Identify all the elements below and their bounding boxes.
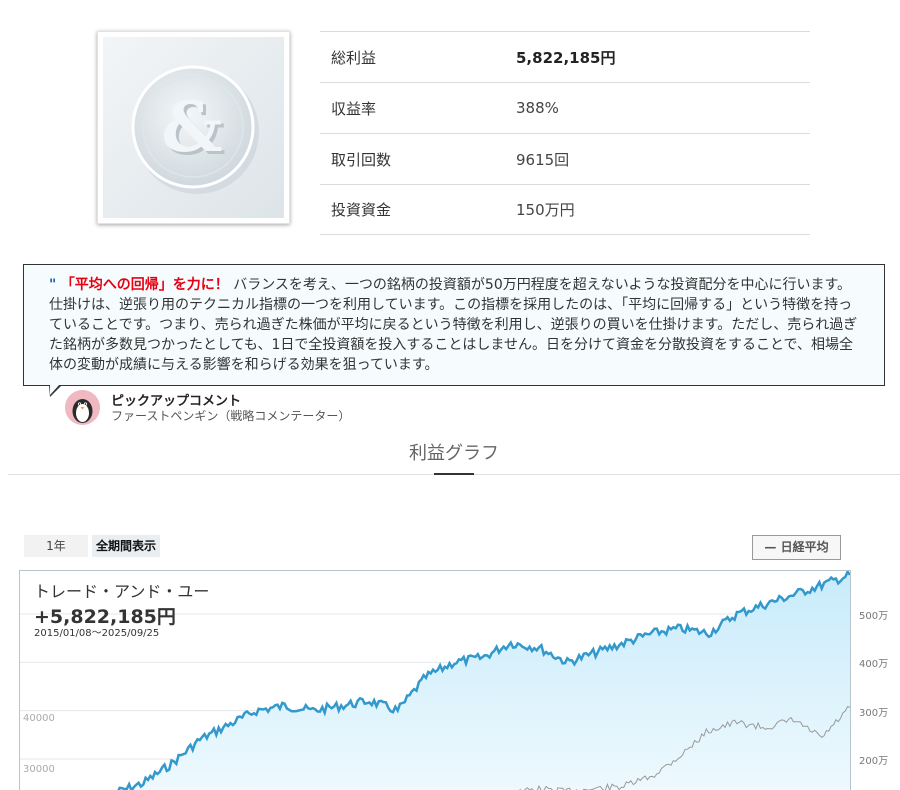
stat-label: 収益率: [331, 99, 377, 118]
nikkei-legend-toggle[interactable]: — 日経平均: [752, 535, 841, 560]
stat-row-trade-count: 取引回数 9615回: [320, 133, 810, 184]
right-axis-tick-label: 500万: [859, 611, 889, 622]
stat-value: 388%: [516, 99, 559, 117]
left-axis-tick-label: 30000: [23, 764, 55, 775]
quote-mark: ": [49, 277, 57, 293]
commenter-role: ファーストペンギン（戦略コメンテーター）: [111, 409, 351, 423]
right-axis-tick-label: 300万: [859, 707, 889, 719]
svg-text:&: &: [161, 88, 222, 168]
right-axis-tick-label: 200万: [859, 756, 889, 767]
profit-area-fill: [118, 571, 850, 790]
stat-label: 取引回数: [331, 150, 392, 169]
stat-row-capital: 投資資金 150万円: [320, 184, 810, 235]
tab-all-period[interactable]: 全期間表示: [92, 535, 160, 557]
profit-graph-title: 利益グラフ: [409, 443, 499, 464]
ampersand-icon: & &: [131, 65, 259, 194]
left-axis-tick-label: 40000: [23, 713, 55, 724]
stat-value: 150万円: [516, 201, 575, 219]
section-divider-accent: [434, 473, 474, 475]
profit-chart: トレード・アンド・ユー +5,822,185円 2015/01/08〜2025/…: [19, 570, 851, 790]
pickup-comment-box: " 「平均への回帰」を力に！ バランスを考え、一つの銘柄の投資額が50万円程度を…: [23, 264, 885, 386]
stat-value: 5,822,185円: [516, 48, 616, 67]
chart-strategy-name: トレード・アンド・ユー: [34, 582, 210, 601]
stat-value: 9615回: [516, 150, 570, 169]
profile-stats-table: 総利益 5,822,185円 収益率 388% 取引回数 9615回 投資資金 …: [320, 31, 810, 235]
stat-label: 投資資金: [331, 201, 392, 219]
stat-row-total-profit: 総利益 5,822,185円: [320, 31, 810, 82]
comment-tail-fill: [50, 384, 60, 395]
stat-label: 総利益: [331, 48, 377, 67]
stat-row-return-rate: 収益率 388%: [320, 82, 810, 133]
commenter-avatar: [65, 390, 100, 425]
penguin-icon: [65, 390, 100, 425]
right-axis-tick-label: 400万: [859, 659, 889, 671]
tab-1-year[interactable]: 1年: [24, 535, 88, 557]
strategy-logo: & &: [97, 31, 290, 224]
chart-date-range: 2015/01/08〜2025/09/25: [34, 628, 160, 639]
comment-headline: 「平均への回帰」を力に！: [60, 277, 229, 293]
